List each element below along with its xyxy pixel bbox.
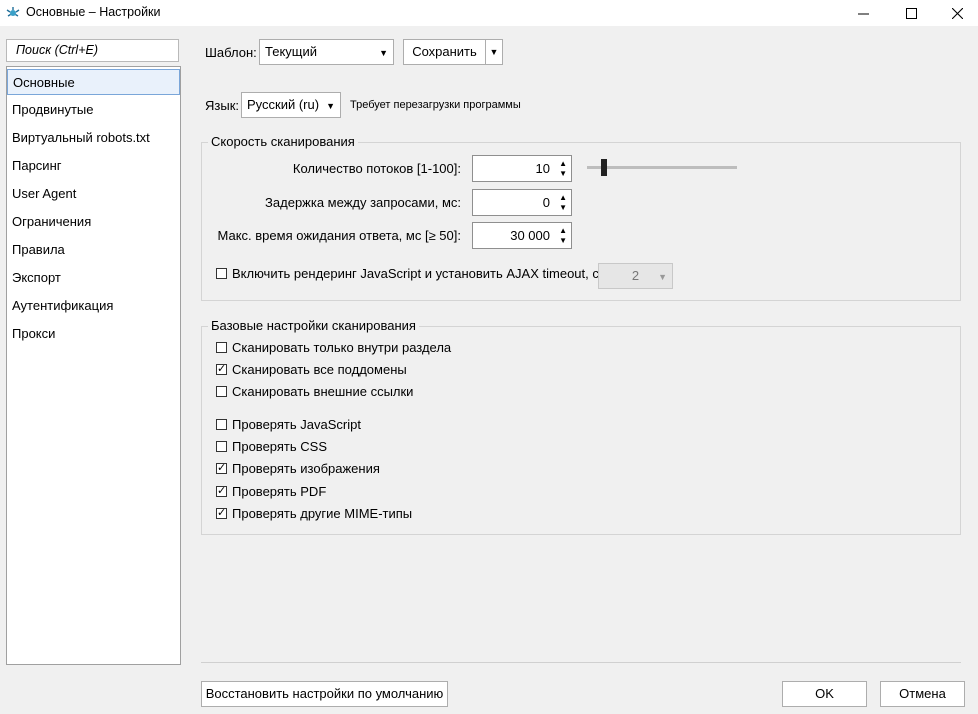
basic-settings-title: Базовые настройки сканирования	[208, 318, 419, 333]
option-label-css: Проверять CSS	[232, 439, 327, 454]
option-label-mime: Проверять другие MIME-типы	[232, 506, 413, 521]
sidebar-list: Основные Продвинутые Виртуальный robots.…	[6, 66, 181, 665]
option-checkbox-pdf[interactable]: ✓	[216, 486, 227, 497]
close-icon	[951, 7, 963, 19]
option-label-external-links: Сканировать внешние ссылки	[232, 384, 414, 399]
maximize-button[interactable]	[888, 0, 934, 26]
option-label-images: Проверять изображения	[232, 461, 380, 476]
checkmark-icon: ✓	[217, 485, 227, 497]
checkmark-icon: ✓	[217, 363, 227, 375]
option-checkbox-images[interactable]: ✓	[216, 463, 227, 474]
stepper-down-icon[interactable]: ▼	[559, 204, 567, 212]
ajax-timeout-value: 2	[631, 268, 640, 283]
ajax-timeout-select[interactable]: 2 ▼	[598, 263, 673, 289]
delay-stepper[interactable]: 0 ▲ ▼	[472, 189, 572, 216]
save-button[interactable]: Сохранить	[403, 39, 486, 65]
option-checkbox-mime[interactable]: ✓	[216, 508, 227, 519]
delay-value: 0	[542, 195, 550, 210]
sidebar-item-parsing[interactable]: Парсинг	[7, 153, 180, 179]
threads-slider[interactable]	[587, 166, 737, 169]
option-checkbox-js[interactable]	[216, 419, 227, 430]
template-value: Текущий	[265, 44, 317, 59]
minimize-icon	[857, 13, 869, 14]
option-label-js: Проверять JavaScript	[232, 417, 361, 432]
timeout-label: Макс. время ожидания ответа, мс [≥ 50]:	[217, 228, 461, 243]
chevron-down-icon: ▼	[326, 101, 335, 111]
chevron-down-icon: ▼	[489, 47, 499, 57]
restore-defaults-button[interactable]: Восстановить настройки по умолчанию	[201, 681, 448, 707]
checkmark-icon: ✓	[217, 507, 227, 519]
threads-stepper[interactable]: 10 ▲ ▼	[472, 155, 572, 182]
chevron-down-icon: ▼	[379, 48, 388, 58]
maximize-icon	[905, 7, 917, 19]
timeout-value: 30 000	[510, 228, 550, 243]
stepper-up-icon[interactable]: ▲	[559, 160, 567, 168]
sidebar-item-rules[interactable]: Правила	[7, 237, 180, 263]
app-logo-icon	[6, 7, 20, 17]
checkmark-icon: ✓	[217, 462, 227, 474]
threads-value: 10	[535, 161, 550, 176]
stepper-down-icon[interactable]: ▼	[559, 170, 567, 178]
sidebar-item-export[interactable]: Экспорт	[7, 265, 180, 291]
option-checkbox-external-links[interactable]	[216, 386, 227, 397]
timeout-stepper[interactable]: 30 000 ▲ ▼	[472, 222, 572, 249]
template-select[interactable]: Текущий ▼	[259, 39, 394, 65]
window-title: Основные – Настройки	[26, 5, 161, 19]
minimize-button[interactable]	[840, 0, 886, 26]
footer-divider	[201, 662, 961, 663]
js-render-label: Включить рендеринг JavaScript и установи…	[232, 266, 603, 281]
option-label-subdomains: Сканировать все поддомены	[232, 362, 407, 377]
language-value: Русский (ru)	[247, 97, 320, 112]
restart-note: Требует перезагрузки программы	[350, 99, 521, 111]
sidebar-item-auth[interactable]: Аутентификация	[7, 293, 180, 319]
js-render-checkbox[interactable]	[216, 268, 227, 279]
language-select[interactable]: Русский (ru) ▼	[241, 92, 341, 118]
sidebar-item-robots[interactable]: Виртуальный robots.txt	[7, 125, 180, 151]
option-label-section-only: Сканировать только внутри раздела	[232, 340, 452, 355]
sidebar-item-limits[interactable]: Ограничения	[7, 209, 180, 235]
sidebar-item-osnovnye[interactable]: Основные	[7, 69, 180, 95]
sidebar-item-advanced[interactable]: Продвинутые	[7, 97, 180, 123]
ok-button[interactable]: OK	[782, 681, 867, 707]
option-label-pdf: Проверять PDF	[232, 484, 327, 499]
sidebar-item-user-agent[interactable]: User Agent	[7, 181, 180, 207]
template-label: Шаблон:	[205, 45, 257, 60]
save-options-button[interactable]: ▼	[485, 39, 503, 65]
language-label: Язык:	[205, 98, 239, 113]
threads-slider-thumb[interactable]	[601, 159, 607, 176]
chevron-down-icon: ▼	[658, 272, 667, 282]
sidebar-item-proxy[interactable]: Прокси	[7, 321, 180, 347]
option-checkbox-css[interactable]	[216, 441, 227, 452]
option-checkbox-subdomains[interactable]: ✓	[216, 364, 227, 375]
cancel-button[interactable]: Отмена	[880, 681, 965, 707]
search-input[interactable]: Поиск (Ctrl+E)	[6, 39, 179, 62]
option-checkbox-section-only[interactable]	[216, 342, 227, 353]
close-button[interactable]	[934, 0, 978, 26]
scan-speed-title: Скорость сканирования	[208, 134, 358, 149]
stepper-up-icon[interactable]: ▲	[559, 194, 567, 202]
delay-label: Задержка между запросами, мс:	[265, 195, 461, 210]
stepper-up-icon[interactable]: ▲	[559, 227, 567, 235]
threads-label: Количество потоков [1-100]:	[292, 161, 461, 176]
stepper-down-icon[interactable]: ▼	[559, 237, 567, 245]
